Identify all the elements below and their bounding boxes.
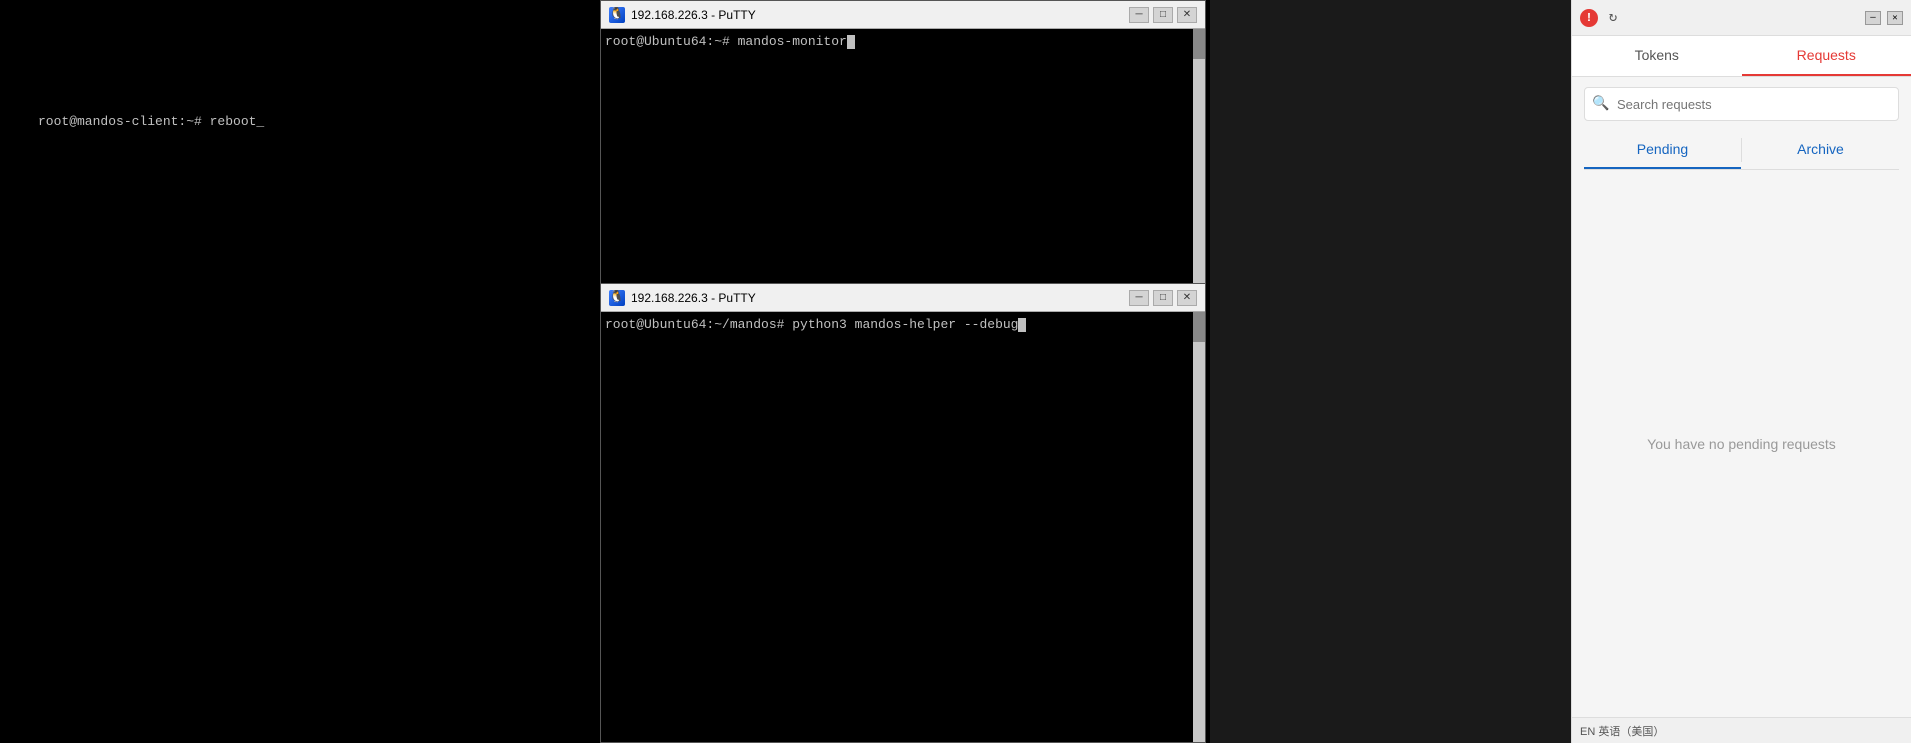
putty-scrollbar-1[interactable] bbox=[1193, 29, 1205, 284]
putty-controls-1: ─ □ ✕ bbox=[1129, 7, 1197, 23]
panel-close[interactable]: ✕ bbox=[1887, 11, 1903, 25]
putty-line-1: root@Ubuntu64:~# mandos-monitor bbox=[605, 33, 1201, 51]
putty-titlebar-2: 192.168.226.3 - PuTTY ─ □ ✕ bbox=[601, 284, 1205, 312]
putty-maximize-2[interactable]: □ bbox=[1153, 290, 1173, 306]
putty-content-2: root@Ubuntu64:~/mandos# python3 mandos-h… bbox=[601, 312, 1205, 742]
putty-title-2: 192.168.226.3 - PuTTY bbox=[631, 291, 1129, 305]
putty-close-2[interactable]: ✕ bbox=[1177, 290, 1197, 306]
refresh-icon[interactable]: ↻ bbox=[1604, 9, 1622, 27]
putty-window-1: 192.168.226.3 - PuTTY ─ □ ✕ root@Ubuntu6… bbox=[600, 0, 1206, 285]
putty-scrollbar-thumb-2[interactable] bbox=[1193, 312, 1205, 342]
sub-tabs: Pending Archive bbox=[1584, 131, 1899, 170]
putty-window-2: 192.168.226.3 - PuTTY ─ □ ✕ root@Ubuntu6… bbox=[600, 283, 1206, 743]
right-panel-titlebar: ! ↻ ─ ✕ bbox=[1572, 0, 1911, 36]
search-bar: 🔍 bbox=[1584, 87, 1899, 121]
search-input[interactable] bbox=[1584, 87, 1899, 121]
putty-close-1[interactable]: ✕ bbox=[1177, 7, 1197, 23]
panel-tabs: Tokens Requests bbox=[1572, 36, 1911, 77]
sub-tab-archive[interactable]: Archive bbox=[1742, 131, 1899, 169]
putty-controls-2: ─ □ ✕ bbox=[1129, 290, 1197, 306]
panel-controls: ─ ✕ bbox=[1865, 11, 1903, 25]
terminal-bg-line: root@mandos-client:~# reboot_ bbox=[38, 113, 264, 131]
putty-minimize-1[interactable]: ─ bbox=[1129, 7, 1149, 23]
putty-content-1: root@Ubuntu64:~# mandos-monitor bbox=[601, 29, 1205, 284]
tab-tokens[interactable]: Tokens bbox=[1572, 36, 1742, 76]
bottom-bar: EN 英语（美国） bbox=[1572, 717, 1911, 743]
putty-scrollbar-thumb-1[interactable] bbox=[1193, 29, 1205, 59]
putty-title-1: 192.168.226.3 - PuTTY bbox=[631, 8, 1129, 22]
tab-requests[interactable]: Requests bbox=[1742, 36, 1911, 76]
putty-icon-1 bbox=[609, 7, 625, 23]
putty-scrollbar-2[interactable] bbox=[1193, 312, 1205, 742]
empty-state: You have no pending requests bbox=[1572, 170, 1911, 717]
putty-minimize-2[interactable]: ─ bbox=[1129, 290, 1149, 306]
right-panel: ! ↻ ─ ✕ Tokens Requests 🔍 Pending Archiv… bbox=[1571, 0, 1911, 743]
putty-titlebar-1: 192.168.226.3 - PuTTY ─ □ ✕ bbox=[601, 1, 1205, 29]
putty-line-2: root@Ubuntu64:~/mandos# python3 mandos-h… bbox=[605, 316, 1201, 334]
sub-tab-pending[interactable]: Pending bbox=[1584, 131, 1741, 169]
error-icon: ! bbox=[1580, 9, 1598, 27]
panel-minimize[interactable]: ─ bbox=[1865, 11, 1881, 25]
search-icon: 🔍 bbox=[1592, 96, 1609, 113]
terminal-bg-text: root@mandos-client:~# reboot_ bbox=[38, 113, 264, 131]
putty-maximize-1[interactable]: □ bbox=[1153, 7, 1173, 23]
putty-icon-2 bbox=[609, 290, 625, 306]
